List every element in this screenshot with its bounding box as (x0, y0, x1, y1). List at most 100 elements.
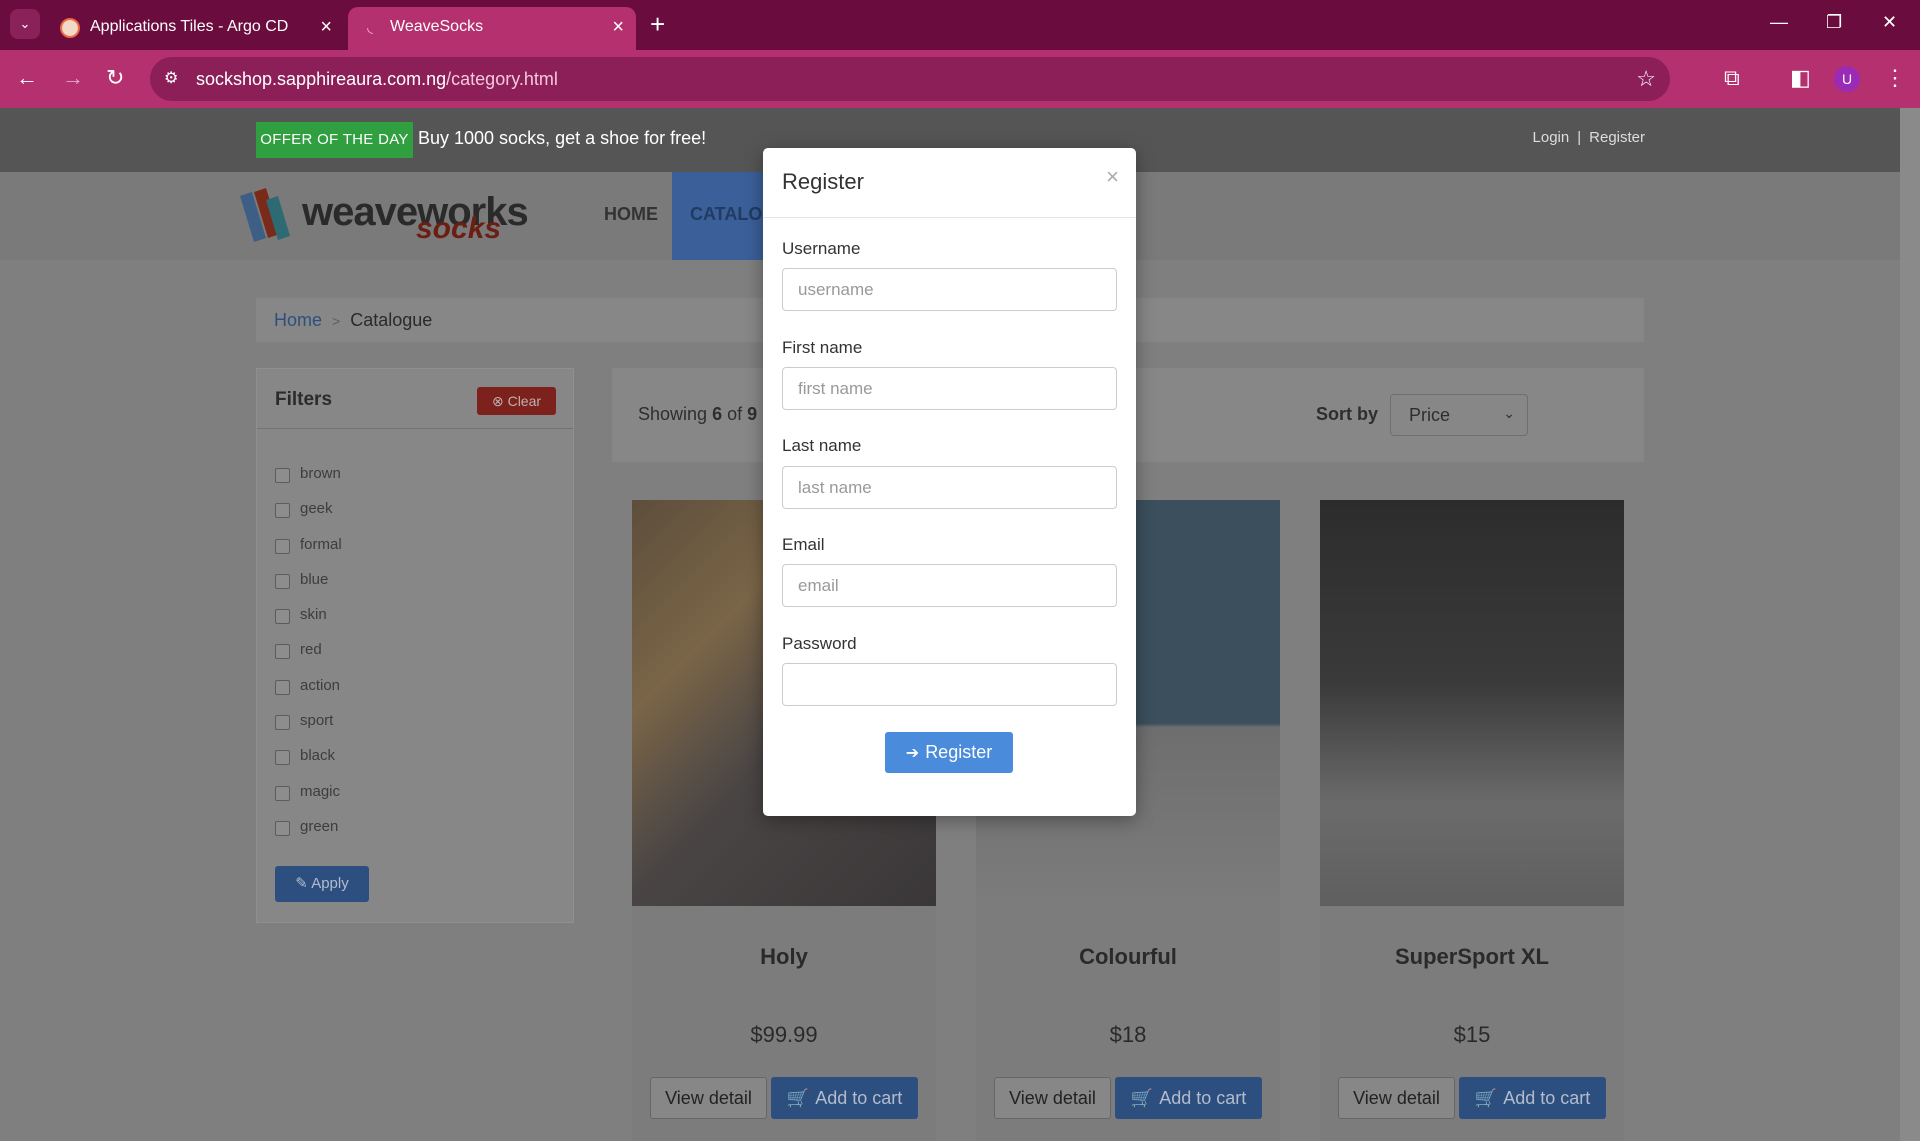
filter-checkbox[interactable] (275, 538, 290, 554)
register-link[interactable]: Register (1589, 129, 1645, 146)
login-link[interactable]: Login (1533, 129, 1570, 146)
add-to-cart-button[interactable]: 🛒 Add to cart (1115, 1077, 1262, 1119)
product-name[interactable]: Colourful (976, 944, 1280, 970)
last-name-input[interactable] (782, 466, 1117, 509)
add-to-cart-button[interactable]: 🛒 Add to cart (771, 1077, 918, 1119)
chevron-down-icon: ⌄ (1503, 405, 1515, 421)
cart-icon: 🛒 (1130, 1088, 1154, 1108)
filter-checkbox[interactable] (275, 503, 290, 519)
view-detail-button[interactable]: View detail (994, 1077, 1111, 1119)
tab-title: WeaveSocks (390, 18, 484, 35)
clear-x-icon: ⊗ (491, 393, 504, 409)
product-name[interactable]: Holy (632, 944, 936, 970)
filter-option[interactable]: magic (275, 783, 342, 818)
filters-panel: Filters ⊗ Clear brown geek formal blue s… (256, 368, 574, 923)
register-modal: Register × Username First name Last name… (763, 148, 1136, 816)
add-to-cart-label: Add to cart (1503, 1088, 1591, 1108)
filter-checkbox[interactable] (275, 573, 290, 589)
offer-text: Buy 1000 socks, get a shoe for free! (418, 128, 707, 148)
register-submit-button[interactable]: ➔ Register (885, 732, 1013, 773)
weaveworks-logo-icon (240, 188, 290, 242)
product-price: $99.99 (750, 1022, 818, 1047)
sock-favicon-icon: ◟ (367, 19, 373, 36)
filter-checkbox[interactable] (275, 715, 290, 731)
logo-word-socks: socks (416, 212, 502, 245)
filter-option[interactable]: sport (275, 712, 342, 747)
back-arrow-icon[interactable]: ← (16, 65, 38, 91)
filter-checkbox[interactable] (275, 468, 290, 483)
cart-icon: 🛒 (786, 1088, 810, 1108)
weaveworks-socks-logo[interactable]: weaveworks socks (236, 182, 536, 250)
password-label: Password (782, 634, 857, 653)
auth-links: Login | Register (1533, 129, 1645, 146)
clear-filters-button[interactable]: ⊗ Clear (477, 387, 556, 415)
kebab-menu-icon[interactable]: ⋮ (1884, 64, 1906, 92)
showing-count: Showing 6 of 9 p (638, 404, 772, 424)
apply-label: Apply (311, 875, 349, 892)
product-price: $18 (1109, 1022, 1147, 1047)
filter-option[interactable]: black (275, 747, 342, 782)
password-input[interactable] (782, 663, 1117, 706)
filter-option[interactable]: blue (275, 571, 342, 606)
extensions-puzzle-icon[interactable]: ⧉ (1724, 64, 1740, 92)
apply-filters-button[interactable]: ✎ Apply (275, 866, 369, 902)
new-tab-plus-icon[interactable]: + (650, 10, 665, 38)
first-name-input[interactable] (782, 367, 1117, 410)
product-card: SuperSport XL $15 View detail 🛒 Add to ca… (1320, 500, 1624, 1141)
offer-badge: OFFER OF THE DAY (256, 122, 413, 158)
view-detail-button[interactable]: View detail (650, 1077, 767, 1119)
filter-option[interactable]: geek (275, 500, 342, 535)
last-name-label: Last name (782, 436, 862, 455)
filter-option[interactable]: red (275, 641, 342, 676)
url-text: sockshop.sapphireaura.com.ng/category.ht… (196, 69, 558, 89)
username-label: Username (782, 239, 861, 258)
product-price: $15 (1453, 1022, 1491, 1047)
close-icon[interactable]: × (1106, 164, 1119, 190)
forward-arrow-icon[interactable]: → (62, 65, 84, 91)
reload-icon[interactable]: ↻ (106, 65, 124, 91)
product-image[interactable] (1320, 500, 1624, 906)
close-tab-icon[interactable]: × (320, 15, 332, 39)
browser-toolbar: ← → ↻ ⚙ sockshop.sapphireaura.com.ng/cat… (0, 50, 1920, 108)
close-tab-icon[interactable]: × (612, 15, 624, 39)
close-window-icon[interactable]: ✕ (1882, 12, 1897, 33)
page-scrollbar[interactable] (1900, 108, 1920, 1141)
filter-checkbox[interactable] (275, 644, 290, 660)
tab-weavesocks[interactable]: ◟ WeaveSocks × (348, 7, 636, 50)
filter-label: action (300, 676, 341, 694)
side-panel-icon[interactable]: ◧ (1790, 64, 1811, 92)
filter-option[interactable]: skin (275, 606, 342, 641)
nav-home[interactable]: HOME (604, 204, 658, 225)
sort-select[interactable]: Price ⌄ (1390, 394, 1528, 436)
breadcrumb-home[interactable]: Home (274, 310, 322, 330)
filter-checkbox[interactable] (275, 785, 290, 801)
email-input[interactable] (782, 564, 1117, 607)
tab-search-button[interactable]: ⌄ (10, 9, 40, 39)
email-label: Email (782, 535, 825, 554)
first-name-label: First name (782, 338, 863, 357)
filter-checkbox[interactable] (275, 609, 290, 625)
filter-option[interactable]: action (275, 677, 342, 712)
pencil-icon: ✎ (295, 875, 308, 892)
tab-argo-cd[interactable]: Applications Tiles - Argo CD × (48, 7, 344, 50)
filter-checkbox[interactable] (275, 679, 290, 695)
product-name[interactable]: SuperSport XL (1320, 944, 1624, 970)
filter-checkbox[interactable] (275, 820, 290, 836)
minimize-icon[interactable]: — (1770, 12, 1788, 33)
filter-label: formal (300, 535, 342, 553)
bookmark-star-icon[interactable]: ☆ (1636, 66, 1656, 92)
profile-avatar[interactable]: U (1834, 66, 1860, 92)
add-to-cart-label: Add to cart (1159, 1088, 1247, 1108)
username-input[interactable] (782, 268, 1117, 311)
filter-list: brown geek formal blue skin red action s… (275, 465, 342, 853)
add-to-cart-button[interactable]: 🛒 Add to cart (1459, 1077, 1606, 1119)
filter-option[interactable]: formal (275, 536, 342, 571)
address-bar[interactable]: ⚙ sockshop.sapphireaura.com.ng/category.… (150, 57, 1670, 101)
site-info-icon[interactable]: ⚙ (164, 68, 178, 88)
filter-option[interactable]: brown (275, 465, 342, 500)
restore-icon[interactable]: ❐ (1826, 12, 1842, 33)
filter-checkbox[interactable] (275, 750, 290, 766)
filter-label: green (300, 817, 339, 835)
view-detail-button[interactable]: View detail (1338, 1077, 1455, 1119)
filter-option[interactable]: green (275, 818, 342, 853)
